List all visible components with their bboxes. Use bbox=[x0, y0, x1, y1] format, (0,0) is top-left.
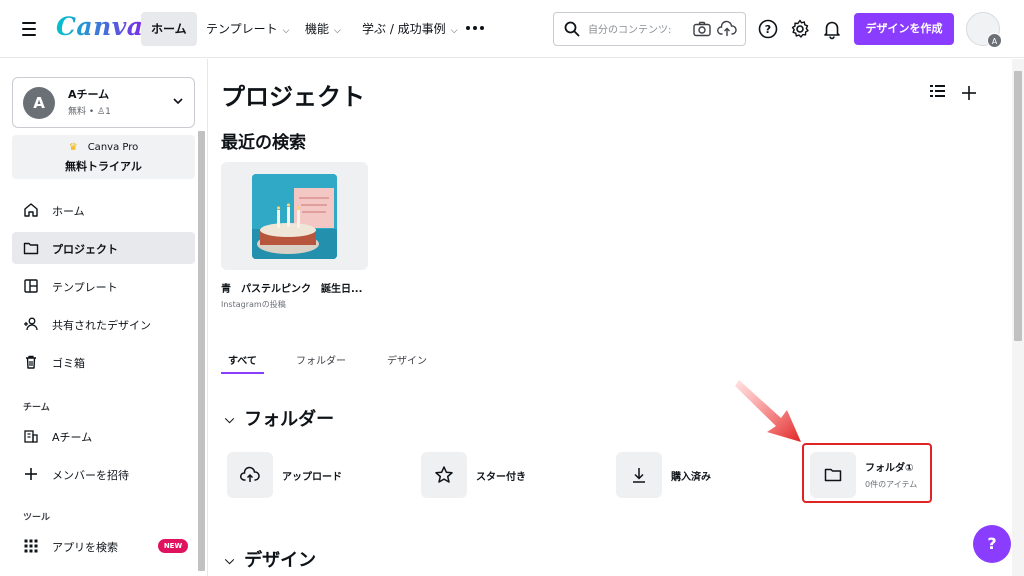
sidebar-item-projects[interactable]: プロジェクト bbox=[12, 232, 195, 264]
cloud-upload-icon bbox=[240, 466, 260, 482]
canva-logo[interactable]: Canva bbox=[56, 12, 144, 41]
sidebar-item-apps[interactable]: アプリを検索 NEW bbox=[12, 530, 195, 562]
recent-design-type: Instagramの投稿 bbox=[221, 300, 286, 309]
nav-features[interactable]: 機能 ⌵ bbox=[295, 12, 351, 46]
recent-design-card[interactable] bbox=[221, 162, 368, 270]
sidebar-item-trash[interactable]: ゴミ箱 bbox=[12, 346, 195, 378]
recent-design-title[interactable]: 青 パステルピンク 誕生日... bbox=[221, 280, 362, 295]
sidebar-item-invite[interactable]: メンバーを招待 bbox=[12, 458, 195, 490]
nav-home[interactable]: ホーム bbox=[141, 12, 197, 46]
person-icon: ♙ bbox=[97, 107, 106, 117]
template-icon bbox=[24, 279, 38, 293]
sidebar-item-templates[interactable]: テンプレート bbox=[12, 270, 195, 302]
chevron-down-icon bbox=[173, 98, 183, 105]
camera-icon[interactable] bbox=[693, 21, 711, 37]
canva-pro-trial[interactable]: ♛ Canva Pro 無料トライアル bbox=[12, 135, 195, 179]
sidebar-item-shared[interactable]: 共有されたデザイン bbox=[12, 308, 195, 340]
tab-designs[interactable]: デザイン bbox=[387, 352, 427, 367]
chevron-down-icon: ⌵ bbox=[225, 553, 235, 567]
recent-searches-heading: 最近の検索 bbox=[221, 133, 306, 153]
chevron-down-icon: ⌵ bbox=[225, 412, 235, 426]
home-icon bbox=[24, 203, 38, 217]
sidebar-item-team[interactable]: Aチーム bbox=[12, 420, 195, 452]
more-dots-icon[interactable] bbox=[466, 26, 484, 30]
user-avatar[interactable]: A bbox=[966, 12, 1002, 48]
folder-icon bbox=[23, 242, 39, 255]
tab-all[interactable]: すべて bbox=[228, 352, 257, 367]
search-box[interactable] bbox=[553, 12, 746, 46]
search-input[interactable] bbox=[588, 21, 680, 39]
chevron-down-icon: ⌵ bbox=[334, 26, 341, 36]
plus-icon bbox=[25, 468, 37, 480]
chevron-down-icon: ⌵ bbox=[282, 26, 290, 36]
tools-section-label: ツール bbox=[23, 513, 51, 523]
design-thumbnail bbox=[252, 174, 337, 259]
top-bar: Canva ホーム テンプレート⌵ 機能⌵ 学ぶ / 成功事例⌵ ? デザインを… bbox=[0, 0, 1024, 58]
active-tab-indicator bbox=[221, 372, 264, 374]
sidebar-item-home[interactable]: ホーム bbox=[12, 194, 195, 226]
cloud-upload-icon[interactable] bbox=[717, 20, 737, 38]
trash-icon bbox=[26, 355, 36, 369]
help-circle-icon[interactable]: ? bbox=[757, 18, 779, 40]
tab-folders[interactable]: フォルダー bbox=[296, 352, 346, 367]
highlight-annotation bbox=[802, 443, 932, 503]
bell-icon[interactable] bbox=[821, 18, 843, 40]
create-design-button[interactable]: デザインを作成 bbox=[854, 13, 954, 45]
star-icon bbox=[435, 466, 453, 483]
sidebar-scrollbar[interactable] bbox=[196, 129, 206, 576]
red-arrow-annotation bbox=[735, 380, 801, 442]
page-title: プロジェクト bbox=[221, 83, 365, 111]
team-name: Aチーム bbox=[68, 88, 110, 101]
designs-section-toggle[interactable]: ⌵ デザイン bbox=[225, 546, 316, 572]
building-icon bbox=[24, 430, 38, 443]
main-scrollbar[interactable] bbox=[1012, 59, 1024, 576]
gear-icon[interactable] bbox=[789, 18, 811, 40]
chevron-down-icon: ⌵ bbox=[450, 26, 458, 36]
menu-icon[interactable] bbox=[19, 19, 39, 39]
list-view-icon[interactable] bbox=[930, 84, 946, 98]
folders-section-toggle[interactable]: ⌵ フォルダー bbox=[225, 405, 334, 431]
team-switcher[interactable]: A Aチーム 無料 • ♙1 bbox=[12, 77, 195, 128]
crown-icon: ♛ bbox=[68, 142, 78, 153]
help-button[interactable]: ? bbox=[973, 525, 1011, 563]
main-content: プロジェクト 最近の検索 青 パステルピンク 誕生日... Instagramの… bbox=[208, 59, 1012, 576]
nav-templates[interactable]: テンプレート ⌵ bbox=[196, 12, 299, 46]
team-meta: 無料 • ♙1 bbox=[68, 107, 111, 117]
sidebar: A Aチーム 無料 • ♙1 ♛ Canva Pro 無料トライアル ホーム プロ… bbox=[0, 59, 208, 576]
team-avatar: A bbox=[23, 87, 55, 119]
nav-learn[interactable]: 学ぶ / 成功事例 ⌵ bbox=[352, 12, 468, 46]
apps-grid-icon bbox=[24, 539, 38, 553]
shared-users-icon bbox=[24, 317, 38, 331]
search-icon bbox=[564, 21, 580, 37]
download-icon bbox=[633, 468, 645, 483]
team-section-label: チーム bbox=[23, 403, 50, 413]
new-badge: NEW bbox=[158, 539, 188, 553]
add-icon[interactable] bbox=[961, 85, 977, 101]
svg-text:?: ? bbox=[765, 23, 771, 36]
